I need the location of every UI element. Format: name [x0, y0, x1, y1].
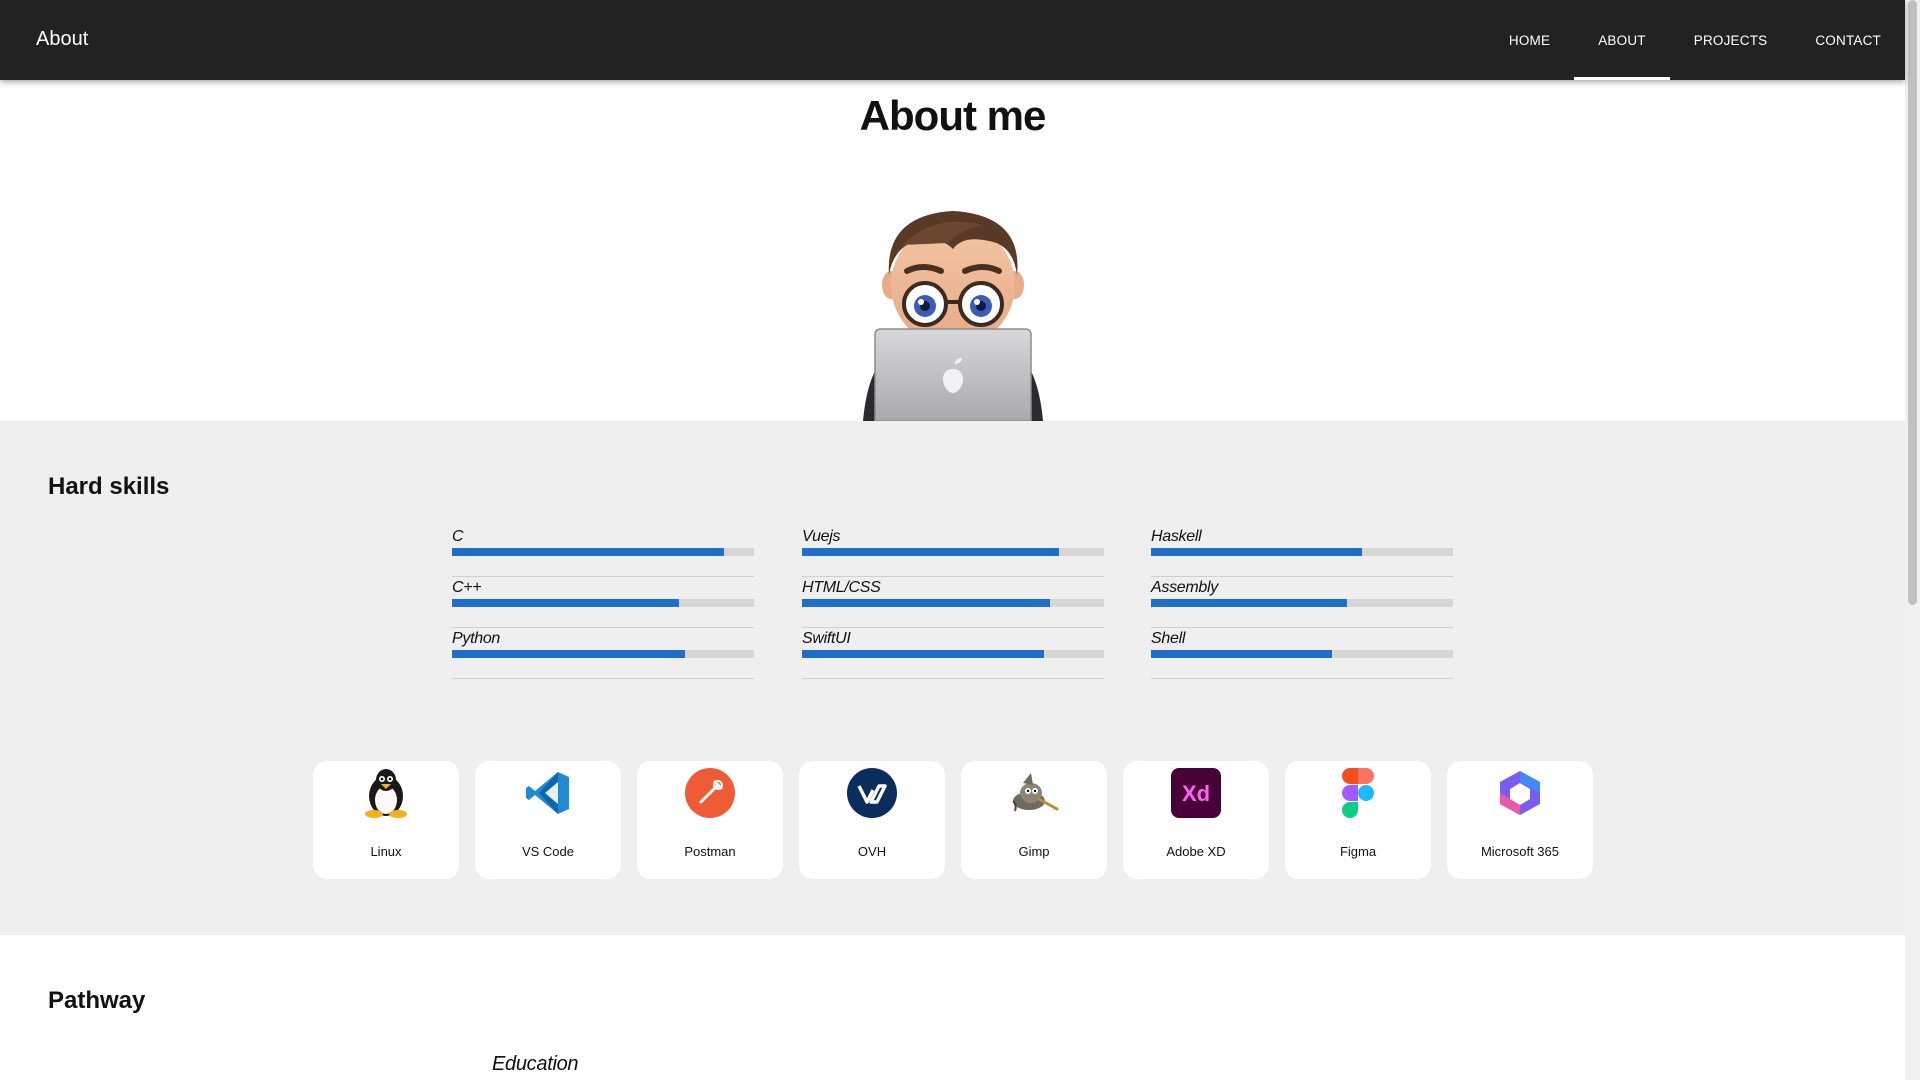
skill-item-python: Python: [452, 628, 754, 679]
tool-label: Adobe XD: [1166, 844, 1226, 859]
skill-name: C: [452, 528, 464, 545]
skill-name: Haskell: [1151, 528, 1202, 545]
tool-label: Linux: [370, 844, 402, 859]
skill-name: Shell: [1151, 630, 1186, 647]
skill-bar-fill: [452, 599, 679, 607]
hard-skills-title: Hard skills: [48, 473, 170, 500]
skill-bar-fill: [452, 650, 685, 658]
skill-bar-track: [1151, 650, 1453, 658]
skill-item-haskell: Haskell: [1151, 526, 1453, 577]
tool-card-adobe-xd[interactable]: Xd Adobe XD: [1123, 761, 1269, 879]
tool-card-figma[interactable]: Figma: [1285, 761, 1431, 879]
skill-item-swiftui: SwiftUI: [802, 628, 1104, 679]
tool-label: Postman: [684, 844, 736, 859]
skill-bar-track: [452, 548, 754, 556]
top-navbar: About HOME ABOUT PROJECTS CONTACT: [0, 0, 1905, 80]
tool-card-vscode[interactable]: VS Code: [475, 761, 621, 879]
skill-name: SwiftUI: [802, 630, 851, 647]
pathway-title: Pathway: [48, 987, 146, 1014]
skill-name: C++: [452, 579, 482, 596]
skill-bar-fill: [1151, 650, 1333, 658]
brand-title[interactable]: About: [36, 28, 88, 51]
main-nav: HOME ABOUT PROJECTS CONTACT: [1485, 0, 1905, 80]
page-title: About me: [859, 92, 1047, 139]
scrollbar-thumb[interactable]: [1908, 0, 1917, 605]
skill-item-c: C: [452, 526, 754, 577]
about-hero: About me: [0, 80, 1905, 421]
skill-bar-fill: [1151, 548, 1363, 556]
tool-label: Microsoft 365: [1480, 844, 1560, 859]
microsoft-365-icon: [1495, 768, 1545, 818]
skill-bar-track: [802, 548, 1104, 556]
hard-skills-section: Hard skills C C++ Python Vuejs HTML/CSS …: [0, 421, 1905, 935]
svg-text:Xd: Xd: [1182, 781, 1210, 806]
skills-column-1: C C++ Python: [452, 526, 754, 679]
skill-name: HTML/CSS: [802, 579, 881, 596]
figma-icon: [1333, 768, 1383, 818]
page-scrollbar[interactable]: [1905, 0, 1920, 1080]
postman-icon: [685, 768, 735, 818]
adobe-xd-icon: Xd: [1171, 768, 1221, 818]
tool-card-gimp[interactable]: Gimp: [961, 761, 1107, 879]
tool-card-postman[interactable]: Postman: [637, 761, 783, 879]
skill-name: Vuejs: [802, 528, 841, 545]
skill-bar-fill: [802, 650, 1044, 658]
skill-name: Python: [452, 630, 501, 647]
skill-name: Assembly: [1151, 579, 1218, 596]
skill-bar-track: [1151, 548, 1453, 556]
skill-bar-track: [802, 650, 1104, 658]
nav-home[interactable]: HOME: [1485, 0, 1574, 80]
skill-item-html-css: HTML/CSS: [802, 577, 1104, 628]
skill-bar-fill: [802, 548, 1059, 556]
gimp-icon: [1009, 768, 1059, 818]
skills-column-2: Vuejs HTML/CSS SwiftUI: [802, 526, 1104, 679]
tool-label: OVH: [857, 844, 887, 859]
tool-label: Figma: [1339, 844, 1377, 859]
nav-projects[interactable]: PROJECTS: [1670, 0, 1792, 80]
education-subtitle: Education: [492, 1053, 579, 1075]
skill-bar-track: [1151, 599, 1453, 607]
nav-contact[interactable]: CONTACT: [1791, 0, 1905, 80]
tool-card-linux[interactable]: Linux: [313, 761, 459, 879]
skill-bar-fill: [1151, 599, 1348, 607]
ovh-icon: [847, 768, 897, 818]
vscode-icon: [523, 768, 573, 818]
tools-row: Linux VS Code Postman OVH Gimp Xd Adobe …: [313, 761, 1593, 879]
tool-card-microsoft-365[interactable]: Microsoft 365: [1447, 761, 1593, 879]
skills-column-3: Haskell Assembly Shell: [1151, 526, 1453, 679]
skill-item-shell: Shell: [1151, 628, 1453, 679]
tool-label: Gimp: [1018, 844, 1050, 859]
pathway-section: Pathway Education: [0, 935, 1905, 1080]
skill-bar-fill: [802, 599, 1050, 607]
linux-tux-icon: [361, 768, 411, 818]
tool-card-ovh[interactable]: OVH: [799, 761, 945, 879]
nav-about[interactable]: ABOUT: [1574, 0, 1670, 80]
skill-item-cpp: C++: [452, 577, 754, 628]
skill-bar-fill: [452, 548, 724, 556]
skill-bar-track: [802, 599, 1104, 607]
tool-label: VS Code: [521, 844, 575, 859]
skill-item-vuejs: Vuejs: [802, 526, 1104, 577]
skill-item-assembly: Assembly: [1151, 577, 1453, 628]
memoji-avatar-image: [863, 211, 1043, 421]
skill-bar-track: [452, 599, 754, 607]
skill-bar-track: [452, 650, 754, 658]
